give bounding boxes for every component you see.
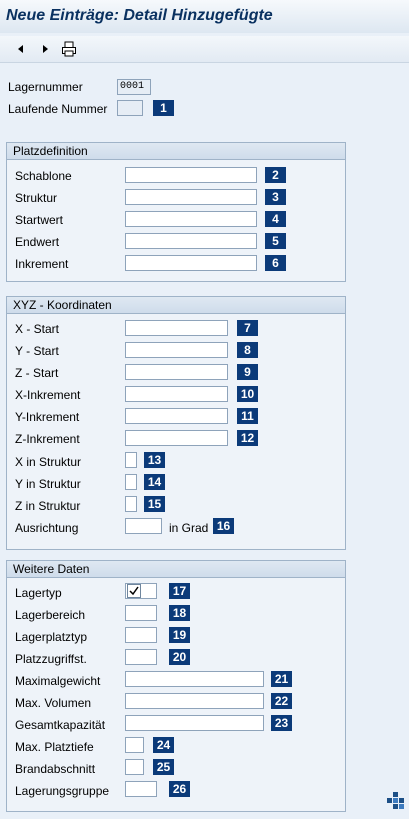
y-start-field[interactable] bbox=[125, 342, 228, 358]
next-icon bbox=[43, 45, 48, 53]
marker-badge: 5 bbox=[265, 233, 286, 249]
marker-badge: 19 bbox=[169, 627, 190, 643]
marker-badge: 1 bbox=[153, 100, 174, 116]
gesamtkapazitaet-label: Gesamtkapazität bbox=[15, 718, 106, 732]
x-inkrement-field[interactable] bbox=[125, 386, 228, 402]
max-volumen-label: Max. Volumen bbox=[15, 696, 92, 710]
marker-badge: 23 bbox=[271, 715, 292, 731]
previous-icon bbox=[18, 45, 23, 53]
xyz-koordinaten-group: XYZ - Koordinaten X - Start 7 Y - Start … bbox=[6, 296, 346, 550]
y-in-struktur-field[interactable] bbox=[125, 474, 137, 490]
laufende-nummer-label: Laufende Nummer bbox=[8, 102, 108, 116]
inkrement-label: Inkrement bbox=[15, 257, 69, 271]
group-title: Weitere Daten bbox=[7, 561, 345, 578]
page-title: Neue Einträge: Detail Hinzugefügte bbox=[6, 7, 273, 24]
lagerplatztyp-field[interactable] bbox=[125, 627, 157, 643]
marker-badge: 18 bbox=[169, 605, 190, 621]
z-start-label: Z - Start bbox=[15, 366, 59, 380]
marker-badge: 12 bbox=[237, 430, 258, 446]
x-start-field[interactable] bbox=[125, 320, 228, 336]
marker-badge: 21 bbox=[271, 671, 292, 687]
y-in-struktur-label: Y in Struktur bbox=[15, 477, 81, 491]
startwert-label: Startwert bbox=[15, 213, 64, 227]
previous-button[interactable] bbox=[12, 40, 30, 58]
marker-badge: 25 bbox=[153, 759, 174, 775]
x-inkrement-label: X-Inkrement bbox=[15, 388, 81, 402]
x-start-label: X - Start bbox=[15, 322, 60, 336]
marker-badge: 3 bbox=[265, 189, 286, 205]
title-bar: Neue Einträge: Detail Hinzugefügte bbox=[0, 0, 409, 33]
marker-badge: 8 bbox=[237, 342, 258, 358]
brandabschnitt-field[interactable] bbox=[125, 759, 144, 775]
marker-badge: 14 bbox=[144, 474, 165, 490]
platzzugriffst-field[interactable] bbox=[125, 649, 157, 665]
z-in-struktur-field[interactable] bbox=[125, 496, 137, 512]
brandabschnitt-label: Brandabschnitt bbox=[15, 762, 96, 776]
marker-badge: 7 bbox=[237, 320, 258, 336]
platzdefinition-group: Platzdefinition Schablone 2 Struktur 3 S… bbox=[6, 142, 346, 282]
weitere-daten-group: Weitere Daten Lagertyp 17 Lagerbereich 1… bbox=[6, 560, 346, 812]
group-title: XYZ - Koordinaten bbox=[7, 297, 345, 314]
marker-badge: 9 bbox=[237, 364, 258, 380]
max-platztiefe-label: Max. Platztiefe bbox=[15, 740, 94, 754]
marker-badge: 13 bbox=[144, 452, 165, 468]
z-in-struktur-label: Z in Struktur bbox=[15, 499, 81, 513]
sap-logo-icon bbox=[387, 792, 404, 809]
lagerungsgruppe-field[interactable] bbox=[125, 781, 157, 797]
platzzugriffst-label: Platzzugriffst. bbox=[15, 652, 87, 666]
gesamtkapazitaet-field[interactable] bbox=[125, 715, 264, 731]
marker-badge: 6 bbox=[265, 255, 286, 271]
laufende-nummer-field[interactable] bbox=[117, 100, 143, 116]
group-title: Platzdefinition bbox=[7, 143, 345, 160]
struktur-field[interactable] bbox=[125, 189, 257, 205]
marker-badge: 20 bbox=[169, 649, 190, 665]
endwert-label: Endwert bbox=[15, 235, 60, 249]
max-platztiefe-field[interactable] bbox=[125, 737, 144, 753]
z-inkrement-label: Z-Inkrement bbox=[15, 432, 80, 446]
x-in-struktur-label: X in Struktur bbox=[15, 455, 82, 469]
lagerplatztyp-label: Lagerplatztyp bbox=[15, 630, 88, 644]
ausrichtung-field[interactable] bbox=[125, 518, 162, 534]
lagernummer-label: Lagernummer bbox=[8, 80, 83, 94]
y-inkrement-label: Y-Inkrement bbox=[15, 410, 80, 424]
lagerbereich-field[interactable] bbox=[125, 605, 157, 621]
y-start-label: Y - Start bbox=[15, 344, 59, 358]
marker-badge: 11 bbox=[237, 408, 258, 424]
marker-badge: 10 bbox=[237, 386, 258, 402]
endwert-field[interactable] bbox=[125, 233, 257, 249]
marker-badge: 17 bbox=[169, 583, 190, 599]
lagernummer-field[interactable]: 0001 bbox=[117, 79, 151, 95]
lagerbereich-label: Lagerbereich bbox=[15, 608, 86, 622]
print-button[interactable] bbox=[60, 40, 78, 58]
z-inkrement-field[interactable] bbox=[125, 430, 228, 446]
toolbar bbox=[0, 36, 409, 63]
print-icon bbox=[62, 41, 76, 57]
ausrichtung-label: Ausrichtung bbox=[15, 521, 79, 535]
y-inkrement-field[interactable] bbox=[125, 408, 228, 424]
marker-badge: 4 bbox=[265, 211, 286, 227]
schablone-field[interactable] bbox=[125, 167, 257, 183]
x-in-struktur-field[interactable] bbox=[125, 452, 137, 468]
next-button[interactable] bbox=[36, 40, 54, 58]
inkrement-field[interactable] bbox=[125, 255, 257, 271]
max-volumen-field[interactable] bbox=[125, 693, 264, 709]
maximalgewicht-field[interactable] bbox=[125, 671, 264, 687]
lagertyp-search-help-icon[interactable] bbox=[127, 584, 141, 598]
maximalgewicht-label: Maximalgewicht bbox=[15, 674, 101, 688]
struktur-label: Struktur bbox=[15, 191, 58, 205]
marker-badge: 22 bbox=[271, 693, 292, 709]
schablone-label: Schablone bbox=[15, 169, 72, 183]
marker-badge: 15 bbox=[144, 496, 165, 512]
z-start-field[interactable] bbox=[125, 364, 228, 380]
marker-badge: 2 bbox=[265, 167, 286, 183]
marker-badge: 16 bbox=[213, 518, 234, 534]
marker-badge: 24 bbox=[153, 737, 174, 753]
startwert-field[interactable] bbox=[125, 211, 257, 227]
lagertyp-label: Lagertyp bbox=[15, 586, 62, 600]
lagerungsgruppe-label: Lagerungsgruppe bbox=[15, 784, 110, 798]
marker-badge: 26 bbox=[169, 781, 190, 797]
ausrichtung-unit: in Grad bbox=[169, 521, 209, 535]
